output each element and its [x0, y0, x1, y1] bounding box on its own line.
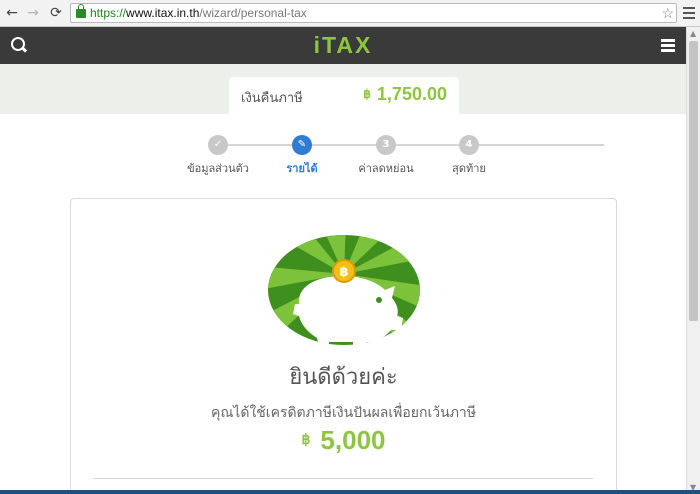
congrats-title: ยินดีด้วยค่ะ [289, 365, 398, 390]
url-path: /wizard/personal-tax [199, 6, 307, 20]
step-number: 4 [459, 135, 479, 155]
browser-toolbar: ← → ⟳ https://www.itax.in.th/wizard/pers… [0, 0, 700, 27]
edit-icon: ✎ [292, 135, 312, 155]
baht-sign: ฿ [301, 431, 311, 447]
reload-icon[interactable]: ⟳ [47, 4, 65, 22]
baht-coin-icon: ฿ [339, 265, 348, 280]
scroll-thumb[interactable] [689, 41, 698, 321]
credit-amount: ฿ 5,000 [71, 425, 616, 456]
step-final[interactable]: 4 สุดท้าย [419, 135, 519, 177]
itax-logo[interactable]: iTAX [0, 32, 686, 59]
taskbar-edge [0, 490, 700, 494]
result-card: ฿ ยินดีด้วยค่ะ คุณได้ใช้เครดิตภาษีเงินปั… [70, 198, 617, 494]
refund-strip: เงินคืนภาษี ฿ 1,750.00 [0, 64, 686, 114]
credit-value: 5,000 [320, 425, 386, 455]
url-scheme: https:// [90, 6, 127, 20]
refund-summary: เงินคืนภาษี ฿ 1,750.00 [229, 77, 459, 114]
refund-label: เงินคืนภาษี [241, 91, 303, 106]
back-arrow-icon[interactable]: ← [3, 4, 21, 22]
url-domain: www.itax.in.th [126, 6, 200, 20]
divider [93, 478, 593, 479]
check-icon: ✓ [208, 135, 228, 155]
wizard-stepper: ✓ ข้อมูลส่วนตัว ✎ รายได้ 3 ค่าลดหย่อน 4 … [0, 114, 686, 194]
hamburger-icon[interactable] [661, 39, 675, 52]
baht-sign: ฿ [363, 87, 371, 101]
refund-amount: ฿ 1,750.00 [363, 84, 447, 105]
refund-value: 1,750.00 [376, 84, 447, 104]
address-bar[interactable]: https://www.itax.in.th/wizard/personal-t… [70, 3, 677, 23]
bookmark-star-icon[interactable]: ☆ [661, 4, 674, 22]
lock-icon [76, 4, 86, 18]
piggy-bank-icon: ฿ [268, 235, 420, 346]
app-header: iTAX [0, 27, 686, 64]
step-label: สุดท้าย [452, 162, 486, 175]
browser-menu-icon[interactable] [682, 4, 696, 22]
step-number: 3 [376, 135, 396, 155]
vertical-scrollbar[interactable]: ▲ ▼ [686, 27, 700, 494]
scroll-up-icon[interactable]: ▲ [690, 29, 696, 38]
credit-message: คุณได้ใช้เครดิตภาษีเงินปันผลเพื่อยกเว้นภ… [210, 405, 477, 421]
forward-arrow-icon[interactable]: → [24, 4, 42, 22]
